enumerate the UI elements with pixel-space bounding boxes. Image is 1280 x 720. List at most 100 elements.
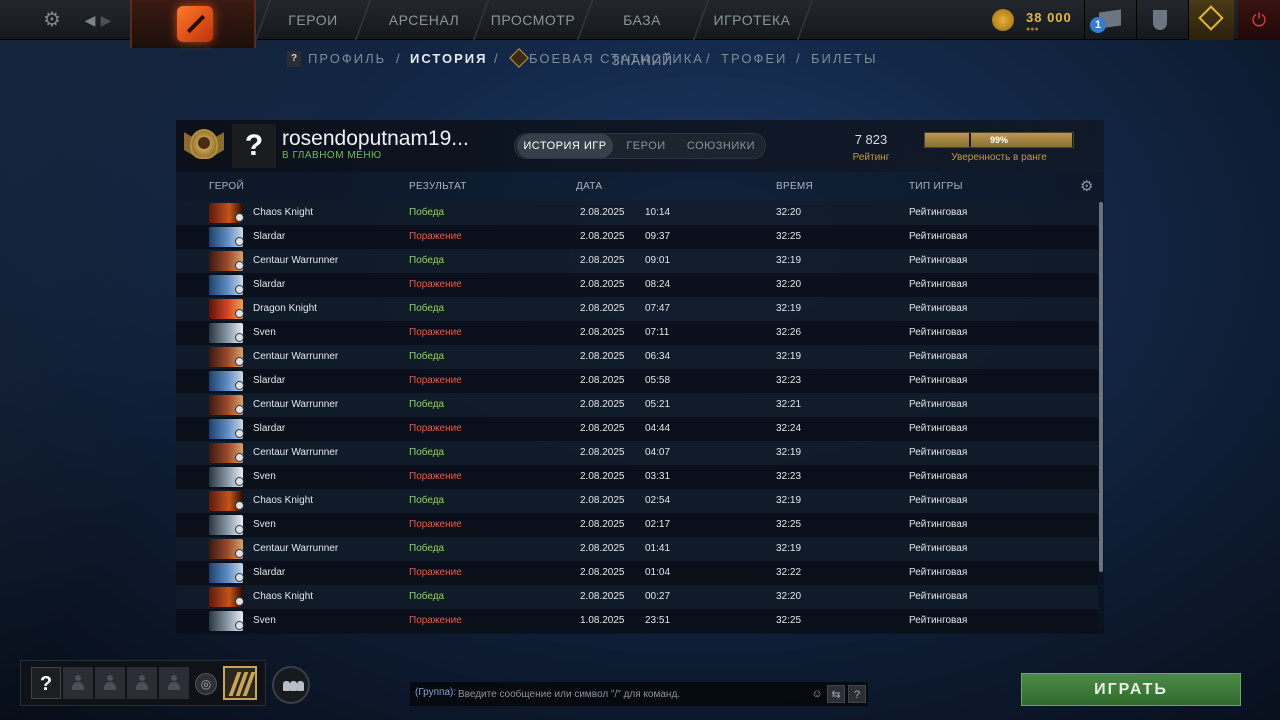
- nav-arsenal[interactable]: АРСЕНАЛ: [372, 0, 476, 40]
- party-slot-empty[interactable]: [127, 667, 157, 699]
- nav-separator: [354, 0, 372, 40]
- cell-game-type: Рейтинговая: [909, 423, 968, 434]
- confidence-value: 99%: [989, 135, 1008, 145]
- person-icon: [72, 675, 84, 691]
- table-row[interactable]: Slardar Поражение 2.08.2025 04:44 32:24 Рейти…: [176, 417, 1098, 441]
- table-settings-icon[interactable]: ⚙: [1080, 177, 1093, 195]
- subnav-trophies[interactable]: ТРОФЕИ: [721, 51, 787, 66]
- tab-allies[interactable]: СОЮЗНИКИ: [679, 134, 763, 158]
- scrollbar[interactable]: [1099, 202, 1103, 572]
- chat-input[interactable]: [458, 684, 798, 704]
- table-row[interactable]: Sven Поражение 2.08.2025 02:17 32:25 Рейтинго…: [176, 513, 1098, 537]
- confidence-bar: 99%: [924, 132, 1074, 148]
- table-row[interactable]: Chaos Knight Победа 2.08.2025 00:27 32:20 Рей…: [176, 585, 1098, 609]
- role-icon: [235, 261, 244, 270]
- cell-time: 02:17: [645, 519, 671, 530]
- forward-arrow-icon[interactable]: ▶: [94, 8, 118, 32]
- help-icon[interactable]: ?: [287, 51, 301, 67]
- smiley-icon[interactable]: ☺: [808, 685, 826, 703]
- tab-heroes[interactable]: ГЕРОИ: [617, 134, 675, 158]
- armory-button[interactable]: [1136, 0, 1182, 40]
- party-slot-empty[interactable]: [63, 667, 93, 699]
- cell-result: Поражение: [409, 279, 462, 290]
- cell-game-type: Рейтинговая: [909, 327, 968, 338]
- cell-date: 2.08.2025: [580, 207, 625, 218]
- cell-time: 10:14: [645, 207, 671, 218]
- table-row[interactable]: Sven Поражение 2.08.2025 03:31 32:23 Рейтинго…: [176, 465, 1098, 489]
- table-row[interactable]: Centaur Warrunner Победа 2.08.2025 05:21 32:…: [176, 393, 1098, 417]
- cell-duration: 32:20: [776, 207, 802, 218]
- subnav-battle-stats[interactable]: БОЕВАЯ СТАТИСТИКА: [529, 51, 704, 66]
- subnav-profile[interactable]: ПРОФИЛЬ: [308, 51, 386, 66]
- table-row[interactable]: Sven Поражение 2.08.2025 07:11 32:26 Рейтинго…: [176, 321, 1098, 345]
- rank-medal-icon[interactable]: [184, 125, 224, 167]
- party-slot-self[interactable]: ?: [31, 667, 61, 699]
- nav-heroes[interactable]: ГЕРОИ: [270, 0, 356, 40]
- nav-knowledge-base[interactable]: БАЗА ЗНАНИЙ: [592, 0, 692, 68]
- voice-icon[interactable]: ◎: [195, 673, 217, 695]
- gold-counter[interactable]: 38 000 ●●●: [988, 6, 1078, 34]
- play-button[interactable]: ИГРАТЬ: [1021, 673, 1241, 706]
- table-row[interactable]: Slardar Поражение 2.08.2025 05:58 32:23 Рейти…: [176, 369, 1098, 393]
- cell-game-type: Рейтинговая: [909, 543, 968, 554]
- rank-emblem-icon[interactable]: [223, 666, 257, 700]
- nav-separator: [692, 0, 710, 40]
- subnav-tickets[interactable]: БИЛЕТЫ: [811, 51, 878, 66]
- chat-wheel-icon[interactable]: ⇆: [827, 685, 845, 703]
- table-row[interactable]: Chaos Knight Победа 2.08.2025 02:54 32:19 Рей…: [176, 489, 1098, 513]
- plus-button[interactable]: [1188, 0, 1234, 40]
- history-tabs: ИСТОРИЯ ИГР ГЕРОИ СОЮЗНИКИ: [514, 133, 766, 159]
- subnav-history[interactable]: ИСТОРИЯ: [410, 51, 488, 66]
- cell-result: Победа: [409, 303, 445, 314]
- cell-time: 06:34: [645, 351, 671, 362]
- cell-duration: 32:19: [776, 495, 802, 506]
- dota-home-button[interactable]: [130, 0, 256, 48]
- table-row[interactable]: Chaos Knight Победа 2.08.2025 10:14 32:20 Рей…: [176, 201, 1098, 225]
- cell-date: 2.08.2025: [580, 591, 625, 602]
- avatar[interactable]: ?: [232, 124, 276, 168]
- table-row[interactable]: Centaur Warrunner Победа 2.08.2025 04:07 32:…: [176, 441, 1098, 465]
- nav-watch[interactable]: ПРОСМОТР: [488, 0, 578, 40]
- table-row[interactable]: Sven Поражение 1.08.2025 23:51 32:25 Рейтинго…: [176, 609, 1098, 633]
- table-row[interactable]: Slardar Поражение 2.08.2025 09:37 32:25 Рейти…: [176, 225, 1098, 249]
- table-row[interactable]: Dragon Knight Победа 2.08.2025 07:47 32:19 Ре…: [176, 297, 1098, 321]
- cell-game-type: Рейтинговая: [909, 567, 968, 578]
- table-row[interactable]: Slardar Поражение 2.08.2025 01:04 32:22 Рейти…: [176, 561, 1098, 585]
- nav-arcade[interactable]: ИГРОТЕКА: [708, 0, 796, 40]
- cell-duration: 32:19: [776, 447, 802, 458]
- friends-button[interactable]: [272, 666, 310, 704]
- table-row[interactable]: Slardar Поражение 2.08.2025 08:24 32:20 Рейти…: [176, 273, 1098, 297]
- table-row[interactable]: Centaur Warrunner Победа 2.08.2025 01:41 32:…: [176, 537, 1098, 561]
- cell-result: Победа: [409, 207, 445, 218]
- role-icon: [235, 429, 244, 438]
- settings-gear-icon[interactable]: ⚙: [40, 8, 64, 32]
- table-row[interactable]: Centaur Warrunner Победа 2.08.2025 06:34 32:…: [176, 345, 1098, 369]
- cell-hero: Chaos Knight: [253, 495, 314, 506]
- top-bar: ⚙ ◀ ▶ ГЕРОИ АРСЕНАЛ ПРОСМОТР БАЗА ЗНАНИЙ…: [0, 0, 1280, 68]
- cell-game-type: Рейтинговая: [909, 447, 968, 458]
- cell-game-type: Рейтинговая: [909, 231, 968, 242]
- role-icon: [235, 237, 244, 246]
- armory-icon: [1153, 10, 1167, 30]
- chat-help-icon[interactable]: ?: [848, 685, 866, 703]
- cell-hero: Slardar: [253, 423, 286, 434]
- cell-time: 01:04: [645, 567, 671, 578]
- cell-game-type: Рейтинговая: [909, 351, 968, 362]
- party-slot-empty[interactable]: [159, 667, 189, 699]
- table-row[interactable]: Centaur Warrunner Победа 2.08.2025 09:01 32:…: [176, 249, 1098, 273]
- cell-date: 2.08.2025: [580, 375, 625, 386]
- power-icon: ⏻: [1251, 10, 1267, 30]
- role-icon: [235, 405, 244, 414]
- cell-result: Победа: [409, 255, 445, 266]
- cell-duration: 32:22: [776, 567, 802, 578]
- plus-bundle-icon: [1198, 5, 1224, 31]
- party-slot-empty[interactable]: [95, 667, 125, 699]
- chat-channel[interactable]: (Группа):: [415, 687, 456, 698]
- tab-match-history[interactable]: ИСТОРИЯ ИГР: [517, 134, 613, 158]
- cell-game-type: Рейтинговая: [909, 207, 968, 218]
- cell-result: Поражение: [409, 471, 462, 482]
- gold-dots: ●●●: [1026, 26, 1039, 33]
- exit-button[interactable]: ⏻: [1238, 0, 1280, 40]
- cell-hero: Dragon Knight: [253, 303, 317, 314]
- cell-date: 2.08.2025: [580, 327, 625, 338]
